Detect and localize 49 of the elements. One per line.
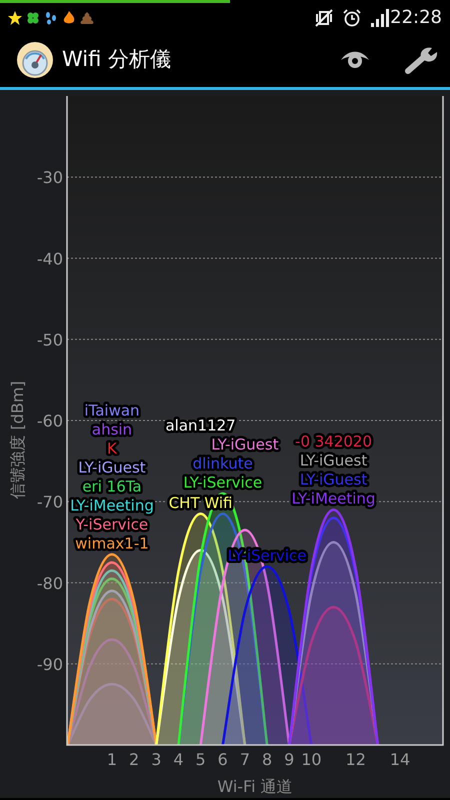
droplets-icon xyxy=(44,10,58,24)
axis-tick-label: 10 xyxy=(301,750,322,769)
network-label: LY-iGuest xyxy=(300,452,368,470)
network-label: alan1127 xyxy=(166,416,236,435)
axis-tick-label: 7 xyxy=(240,750,250,769)
axis-tick-label: 14 xyxy=(390,750,410,769)
axis-tick-label: 8 xyxy=(262,750,272,769)
network-label: Y-iService xyxy=(76,515,148,534)
vibrate-off-icon xyxy=(314,8,334,26)
axis-tick-label: -60 xyxy=(36,412,63,430)
axis-tick-label: 12 xyxy=(346,750,366,769)
x-axis-title: Wi-Fi 通道 xyxy=(217,777,293,796)
network-label: wimax1-1 xyxy=(75,534,149,552)
network-label: -0 342020 xyxy=(295,432,372,451)
axis-tick-label: -80 xyxy=(36,574,63,593)
flame-icon xyxy=(62,10,76,24)
network-label: LY-iGuest xyxy=(211,436,279,454)
axis-tick-label: -30 xyxy=(36,168,63,188)
axis-tick-label: 2 xyxy=(129,750,140,769)
axis-tick-label: 6 xyxy=(218,750,228,769)
app-logo-icon xyxy=(16,40,54,78)
app-title: Wifi 分析儀 xyxy=(62,46,172,73)
axis-tick-label: -70 xyxy=(36,492,63,512)
axis-tick-label: -40 xyxy=(36,249,63,268)
alarm-icon xyxy=(342,8,362,26)
network-label: iTaiwan xyxy=(84,401,140,420)
y-axis-title: 信號強度 [dBm] xyxy=(8,380,27,500)
clover-icon xyxy=(26,10,40,24)
axis-tick-label: 3 xyxy=(151,750,162,769)
network-label: LY-iMeeting xyxy=(70,496,154,514)
axis-tick-label: -90 xyxy=(36,654,63,674)
axis-tick-label: 1 xyxy=(106,750,118,769)
network-label: K xyxy=(107,439,117,458)
pile-icon xyxy=(80,10,94,24)
network-label: LY-iService xyxy=(183,474,262,492)
clock-time: 22:28 xyxy=(390,6,442,30)
star-icon xyxy=(8,10,22,24)
network-label: eri 16Ta xyxy=(82,477,142,496)
axis-tick-label: 9 xyxy=(284,750,294,769)
settings-icon[interactable] xyxy=(404,44,440,74)
axis-tick-label: -50 xyxy=(36,330,63,350)
axis-tick-label: 4 xyxy=(173,750,184,769)
network-label: LY-iGuest xyxy=(78,458,146,476)
network-label: LY-iMeeting xyxy=(292,490,376,508)
network-label: ahsin xyxy=(92,420,132,438)
signal-icon xyxy=(370,8,390,26)
network-label: LY-iGuest xyxy=(300,470,368,489)
network-label: dlinkute xyxy=(192,454,253,473)
axis-tick-label: 5 xyxy=(196,750,206,769)
